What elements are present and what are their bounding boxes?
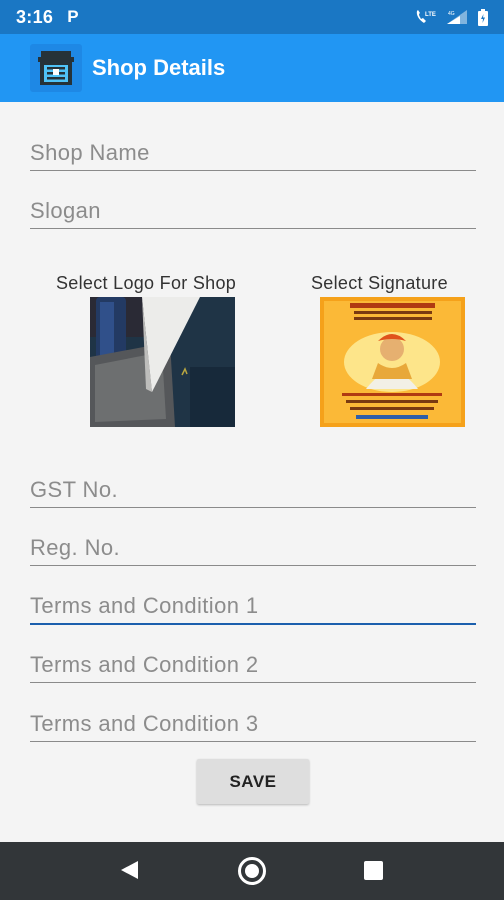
terms-condition-1-input[interactable] (30, 593, 476, 619)
back-triangle-icon[interactable] (118, 859, 140, 886)
notification-p-icon: P (67, 7, 79, 26)
status-icons: LTE 4G (414, 8, 488, 26)
phone-lte-icon: LTE (414, 9, 436, 25)
battery-icon (478, 8, 488, 26)
page-title: Shop Details (92, 55, 226, 80)
reg-number-field[interactable] (30, 520, 476, 566)
status-bar: 3:16 P LTE 4G (0, 0, 504, 34)
logo-picker-label: Select Logo For Shop (56, 273, 237, 293)
reg-number-input[interactable] (30, 535, 476, 561)
slogan-input[interactable] (30, 198, 476, 224)
signature-image-picker[interactable] (320, 297, 465, 427)
shop-name-input[interactable] (30, 140, 476, 166)
terms-condition-2-field[interactable] (30, 637, 476, 683)
gst-number-input[interactable] (30, 477, 476, 503)
terms-condition-1-field[interactable] (30, 579, 476, 625)
signal-icon: 4G (446, 9, 468, 25)
status-time: 3:16 (16, 6, 54, 27)
shop-icon (30, 44, 82, 92)
terms-condition-3-field[interactable] (30, 696, 476, 742)
system-nav-bar (0, 842, 504, 900)
home-circle-icon[interactable] (237, 856, 267, 891)
signature-photo (320, 297, 465, 427)
signature-picker-label: Select Signature (311, 273, 448, 293)
logo-photo (90, 297, 235, 427)
recents-square-icon[interactable] (364, 861, 383, 885)
svg-text:LTE: LTE (425, 12, 436, 18)
save-button[interactable]: SAVE (197, 759, 309, 804)
shop-name-field[interactable] (30, 125, 476, 171)
slogan-field[interactable] (30, 183, 476, 229)
terms-condition-3-input[interactable] (30, 711, 476, 737)
gst-number-field[interactable] (30, 462, 476, 508)
svg-text:4G: 4G (448, 11, 455, 17)
app-bar: Shop Details (0, 34, 504, 102)
logo-image-picker[interactable] (90, 297, 235, 427)
terms-condition-2-input[interactable] (30, 652, 476, 678)
